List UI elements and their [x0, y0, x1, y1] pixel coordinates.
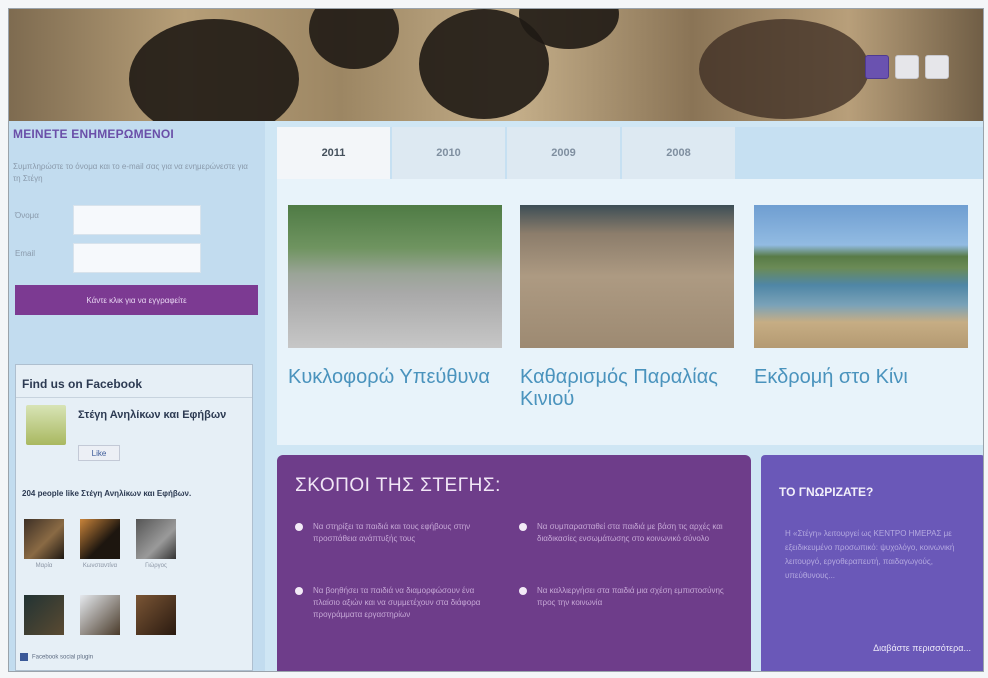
- goals-title: ΣΚΟΠΟΙ ΤΗΣ ΣΤΕΓΗΣ:: [295, 475, 501, 496]
- plugin-label: Facebook social plugin: [32, 654, 94, 661]
- stories-panel: Κυκλοφορώ Υπεύθυνα Καθαρισμός Παραλίας Κ…: [277, 179, 983, 445]
- like-label: Like: [91, 448, 107, 458]
- read-more-link[interactable]: Διαβάστε περισσότερα...: [873, 643, 971, 653]
- tab-2010[interactable]: 2010: [392, 127, 505, 179]
- goal-text: Να καλλιεργήσει στα παιδιά μια σχέση εμπ…: [537, 586, 724, 607]
- fan-name[interactable]: Κωνσταντίνα: [80, 563, 120, 569]
- hero-banner: [9, 9, 983, 121]
- story-photo[interactable]: [520, 205, 734, 348]
- story-title[interactable]: Εκδρομή στο Κίνι: [754, 366, 974, 388]
- subscribe-button[interactable]: Κάντε κλικ για να εγγραφείτε: [15, 285, 258, 315]
- fan-name[interactable]: Μαρία: [24, 563, 64, 569]
- name-label: Όνομα: [15, 211, 39, 220]
- did-you-know-box: ΤΟ ΓΝΩΡΙΖΑΤΕ? Η «Στέγη» λειτουργεί ως ΚΕ…: [761, 455, 983, 671]
- year-tabs: 2011 2010 2009 2008: [277, 127, 983, 179]
- goals-box: ΣΚΟΠΟΙ ΤΗΣ ΣΤΕΓΗΣ: Να στηρίξει τα παιδιά…: [277, 455, 751, 671]
- goal-text: Να στηρίξει τα παιδιά και τους εφήβους σ…: [313, 522, 471, 543]
- email-input[interactable]: [73, 243, 201, 273]
- story-photo[interactable]: [754, 205, 968, 348]
- story-photo[interactable]: [288, 205, 502, 348]
- facebook-title: Find us on Facebook: [22, 377, 143, 391]
- slide-dot-2[interactable]: [895, 55, 919, 79]
- story-card[interactable]: Καθαρισμός Παραλίας Κινιού: [520, 205, 740, 410]
- facebook-icon: [20, 653, 28, 661]
- newsletter-description: Συμπληρώστε το όνομα και το e-mail σας γ…: [13, 162, 248, 183]
- facebook-like-button[interactable]: Like: [78, 445, 120, 461]
- facebook-widget: Find us on Facebook Στέγη Ανηλίκων και Ε…: [15, 364, 253, 671]
- tab-2011[interactable]: 2011: [277, 127, 390, 179]
- email-label: Email: [15, 249, 36, 258]
- facebook-divider: [16, 397, 252, 398]
- goal-text: Να βοηθήσει τα παιδιά να διαμορφώσουν έν…: [313, 586, 481, 619]
- fan-avatar[interactable]: [80, 519, 120, 559]
- bullet-icon: [295, 587, 303, 595]
- slide-dot-3[interactable]: [925, 55, 949, 79]
- fan-avatar[interactable]: [136, 595, 176, 635]
- story-title[interactable]: Καθαρισμός Παραλίας Κινιού: [520, 366, 740, 410]
- fan-name[interactable]: Γιώργος: [136, 563, 176, 569]
- fan-avatar[interactable]: [24, 595, 64, 635]
- did-you-know-text: Η «Στέγη» λειτουργεί ως ΚΕΝΤΡΟ ΗΜΕΡΑΣ με…: [785, 529, 955, 580]
- bullet-icon: [295, 523, 303, 531]
- fan-avatar[interactable]: [136, 519, 176, 559]
- story-card[interactable]: Κυκλοφορώ Υπεύθυνα: [288, 205, 508, 388]
- facebook-fan-count: 204 people like Στέγη Ανηλίκων και Εφήβω…: [22, 489, 192, 498]
- story-card[interactable]: Εκδρομή στο Κίνι: [754, 205, 974, 388]
- goal-text: Να συμπαρασταθεί στα παιδιά με βάση τις …: [537, 522, 723, 543]
- fan-avatar[interactable]: [24, 519, 64, 559]
- facebook-plugin-footer[interactable]: Facebook social plugin: [20, 653, 93, 661]
- tab-2009[interactable]: 2009: [507, 127, 620, 179]
- bullet-icon: [519, 523, 527, 531]
- bullet-icon: [519, 587, 527, 595]
- page-frame: ΜΕΙΝΕΤΕ ΕΝΗΜΕΡΩΜΕΝΟΙ Συμπληρώστε το όνομ…: [8, 8, 984, 672]
- newsletter-title: ΜΕΙΝΕΤΕ ΕΝΗΜΕΡΩΜΕΝΟΙ: [13, 127, 174, 141]
- left-sidebar: ΜΕΙΝΕΤΕ ΕΝΗΜΕΡΩΜΕΝΟΙ Συμπληρώστε το όνομ…: [9, 121, 265, 671]
- name-input[interactable]: [73, 205, 201, 235]
- facebook-page-name[interactable]: Στέγη Ανηλίκων και Εφήβων: [78, 409, 228, 422]
- fan-avatar[interactable]: [80, 595, 120, 635]
- tab-2008[interactable]: 2008: [622, 127, 735, 179]
- slide-dot-1[interactable]: [865, 55, 889, 79]
- did-you-know-title: ΤΟ ΓΝΩΡΙΖΑΤΕ?: [779, 485, 874, 499]
- slide-selector: [865, 55, 949, 79]
- story-title[interactable]: Κυκλοφορώ Υπεύθυνα: [288, 366, 508, 388]
- facebook-page-logo[interactable]: [26, 405, 66, 445]
